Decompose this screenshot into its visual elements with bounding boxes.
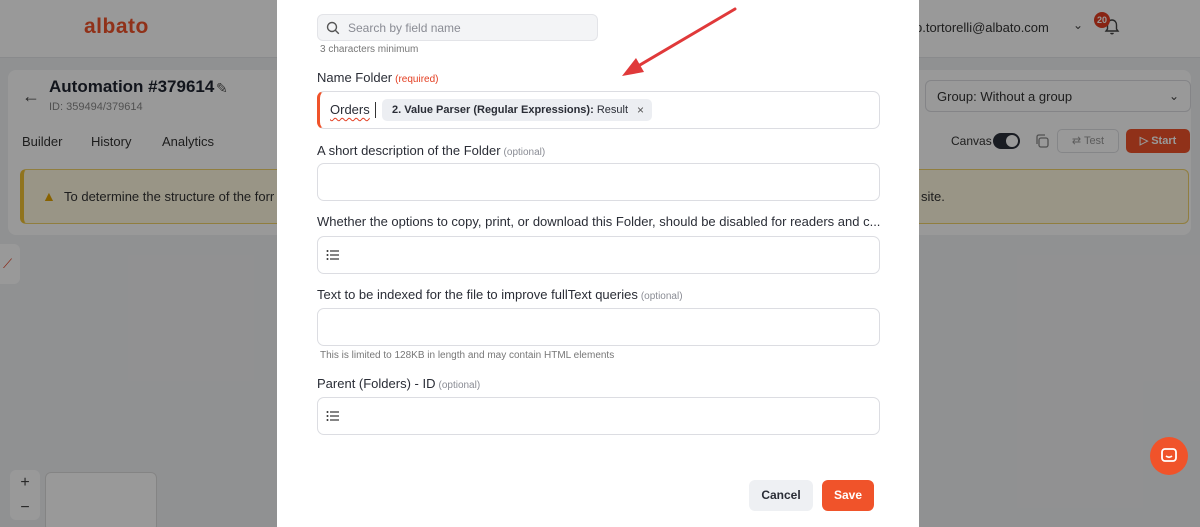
required-tag: (required) bbox=[395, 74, 439, 85]
fulltext-label: Text to be indexed for the file to impro… bbox=[317, 287, 683, 302]
fulltext-hint: This is limited to 128KB in length and m… bbox=[320, 350, 615, 361]
fulltext-label-text: Text to be indexed for the file to impro… bbox=[317, 287, 638, 302]
parent-folder-label-text: Parent (Folders) - ID bbox=[317, 376, 436, 391]
parent-folder-label: Parent (Folders) - ID (optional) bbox=[317, 376, 480, 391]
value-parser-chip[interactable]: 2. Value Parser (Regular Expressions): R… bbox=[382, 99, 653, 121]
folder-settings-modal: 3 characters minimum Name Folder(require… bbox=[277, 0, 919, 527]
cancel-button[interactable]: Cancel bbox=[749, 480, 813, 511]
chip-remove-icon[interactable]: × bbox=[637, 99, 644, 121]
field-search[interactable] bbox=[317, 14, 598, 41]
name-folder-label-text: Name Folder bbox=[317, 70, 393, 85]
list-icon[interactable] bbox=[326, 249, 340, 261]
chip-field: Result bbox=[596, 104, 629, 116]
optional-tag: (optional) bbox=[640, 291, 683, 302]
search-icon bbox=[326, 21, 340, 35]
description-label: A short description of the Folder (option… bbox=[317, 143, 545, 158]
search-hint: 3 characters minimum bbox=[320, 44, 419, 55]
copy-options-label: Whether the options to copy, print, or d… bbox=[317, 214, 881, 229]
optional-tag: (optional) bbox=[438, 380, 481, 391]
chat-button[interactable] bbox=[1150, 437, 1188, 475]
parent-folder-field[interactable] bbox=[317, 397, 880, 435]
search-input[interactable] bbox=[348, 19, 588, 37]
name-folder-label: Name Folder (required) bbox=[317, 70, 439, 85]
annotation-arrow-icon bbox=[622, 7, 737, 76]
copy-options-field[interactable] bbox=[317, 236, 880, 274]
description-label-text: A short description of the Folder bbox=[317, 143, 501, 158]
text-caret bbox=[375, 102, 376, 118]
chip-source: 2. Value Parser (Regular Expressions): bbox=[392, 104, 594, 116]
description-field[interactable] bbox=[317, 163, 880, 201]
optional-tag: (optional) bbox=[503, 147, 546, 158]
chat-icon bbox=[1161, 448, 1177, 462]
save-button[interactable]: Save bbox=[822, 480, 874, 511]
fulltext-field[interactable] bbox=[317, 308, 880, 346]
list-icon[interactable] bbox=[326, 410, 340, 422]
name-folder-field[interactable]: Orders 2. Value Parser (Regular Expressi… bbox=[317, 91, 880, 129]
name-folder-value: Orders bbox=[330, 102, 370, 117]
